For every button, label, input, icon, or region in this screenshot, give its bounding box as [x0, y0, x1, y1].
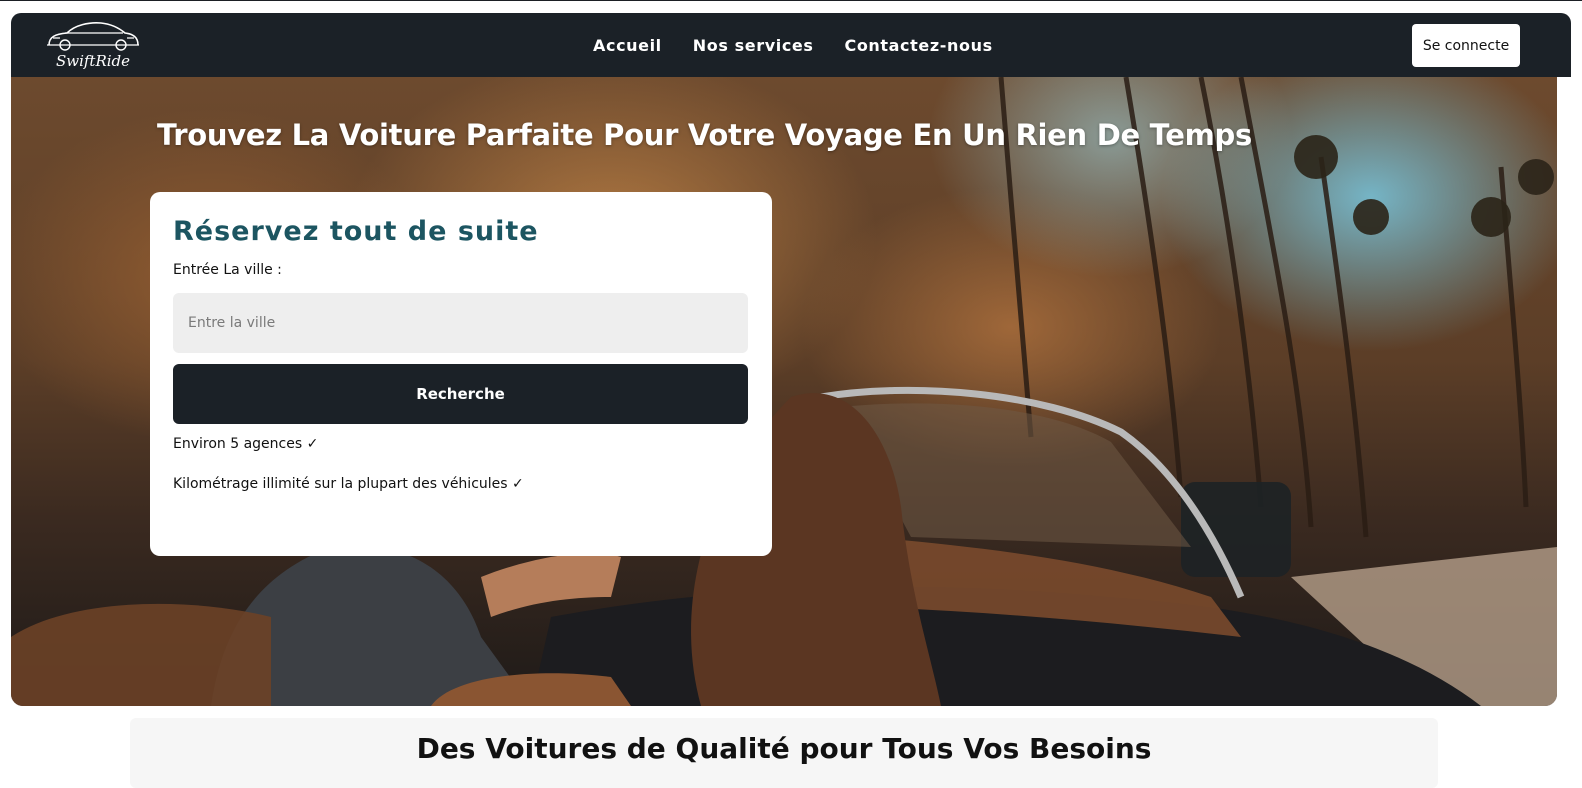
main-nav: Accueil Nos services Contactez-nous [593, 36, 993, 55]
login-button[interactable]: Se connecte [1412, 24, 1520, 67]
brand-name: SwiftRide [55, 52, 131, 70]
city-label: Entrée La ville : [173, 262, 282, 278]
city-input[interactable] [173, 293, 748, 353]
feature-mileage: Kilométrage illimité sur la plupart des … [173, 476, 524, 492]
hero-banner: Trouvez La Voiture Parfaite Pour Votre V… [11, 77, 1557, 706]
section-heading: Des Voitures de Qualité pour Tous Vos Be… [416, 732, 1152, 765]
hero-title: Trouvez La Voiture Parfaite Pour Votre V… [157, 118, 1252, 152]
quality-section: Des Voitures de Qualité pour Tous Vos Be… [130, 718, 1438, 788]
nav-link-services[interactable]: Nos services [693, 36, 814, 55]
booking-card: Réservez tout de suite Entrée La ville :… [150, 192, 772, 556]
top-border [0, 0, 1582, 1]
search-button[interactable]: Recherche [173, 364, 748, 424]
navbar: SwiftRide Accueil Nos services Contactez… [11, 13, 1571, 77]
brand-logo[interactable]: SwiftRide [45, 19, 141, 73]
feature-agencies: Environ 5 agences ✓ [173, 436, 319, 452]
car-outline-icon [47, 22, 139, 51]
nav-link-contact[interactable]: Contactez-nous [844, 36, 992, 55]
booking-title: Réservez tout de suite [173, 216, 539, 247]
nav-link-accueil[interactable]: Accueil [593, 36, 662, 55]
